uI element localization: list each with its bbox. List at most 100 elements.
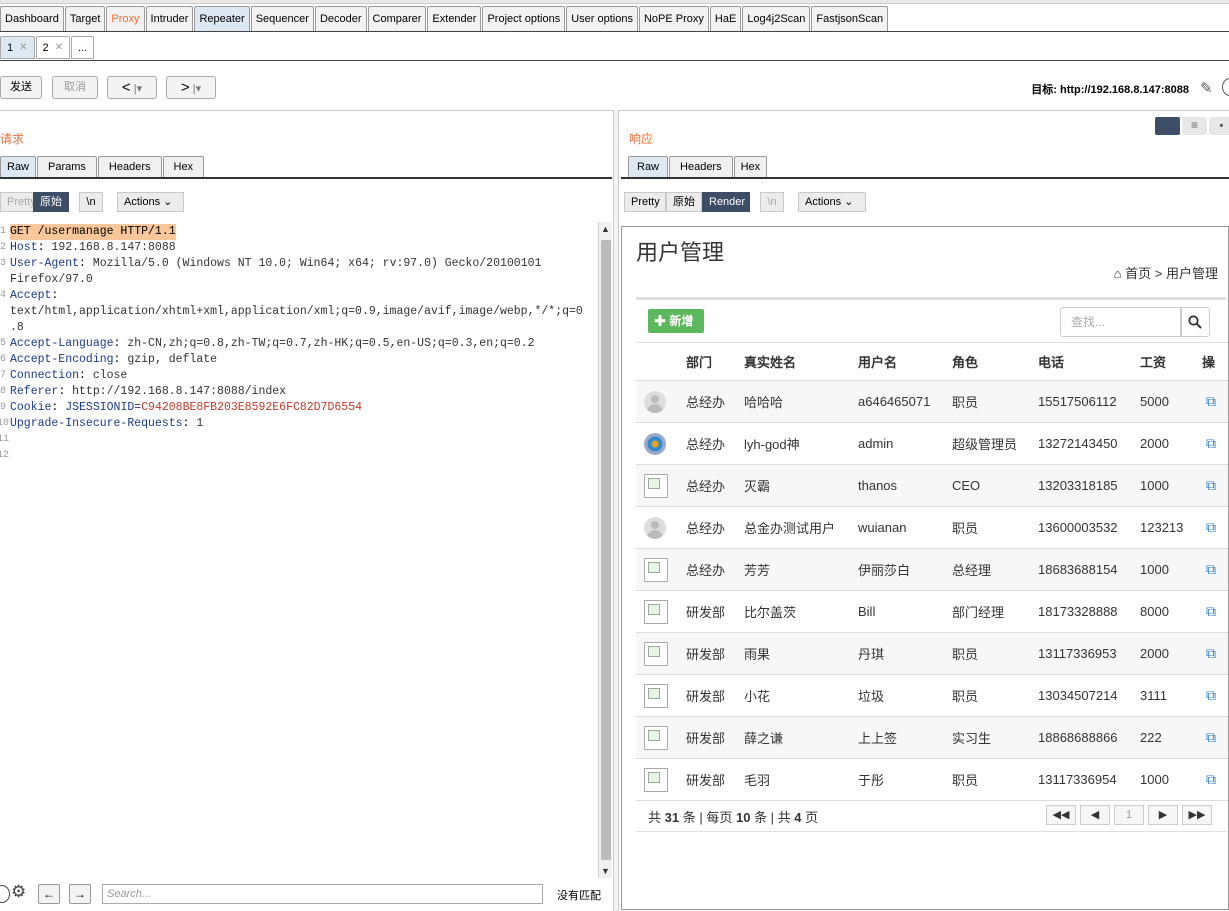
edit-icon[interactable]: ⧉	[1206, 549, 1216, 590]
tab-nope-proxy[interactable]: NoPE Proxy	[638, 6, 709, 31]
tab-target[interactable]: Target	[64, 6, 106, 31]
edit-icon[interactable]: ⧉	[1206, 759, 1216, 800]
repeater-tab-2[interactable]: 2 ✕	[35, 36, 71, 59]
line-number: 4	[0, 290, 6, 301]
line-number: 1	[0, 226, 6, 237]
page-number-input[interactable]: 1	[1114, 805, 1144, 825]
help-icon[interactable]	[1222, 78, 1229, 96]
request-tab-raw[interactable]: Raw	[0, 156, 37, 178]
repeater-tab-1[interactable]: 1 ✕	[0, 36, 35, 59]
edit-icon[interactable]: ⧉	[1206, 423, 1216, 464]
scroll-up-icon[interactable]: ▲	[601, 224, 610, 234]
request-tab-params[interactable]: Params	[37, 156, 97, 178]
request-tab-hex[interactable]: Hex	[162, 156, 205, 178]
request-scrollbar[interactable]: ▲ ▼	[598, 222, 612, 878]
tab-log4j2scan[interactable]: Log4j2Scan	[742, 6, 811, 31]
close-icon[interactable]: ✕	[55, 37, 63, 59]
column-header: 操	[1202, 355, 1216, 370]
send-button[interactable]: 发送	[0, 76, 42, 99]
tab-extender[interactable]: Extender	[427, 6, 482, 31]
header-key: Cookie	[10, 401, 52, 414]
response-tab-hex[interactable]: Hex	[733, 156, 768, 178]
response-tab-raw[interactable]: Raw	[628, 156, 669, 178]
edit-icon[interactable]: ⧉	[1206, 717, 1216, 758]
table-cell-salary: 222	[1140, 730, 1162, 745]
tab-proxy[interactable]: Proxy	[106, 6, 145, 31]
newline-toggle[interactable]: \n	[79, 192, 103, 212]
tab-intruder[interactable]: Intruder	[145, 6, 194, 31]
tab-sequencer[interactable]: Sequencer	[250, 6, 314, 31]
tab-user-options[interactable]: User options	[566, 6, 638, 31]
search-input[interactable]: Search...	[102, 884, 543, 904]
tab-decoder[interactable]: Decoder	[314, 6, 367, 31]
edit-icon[interactable]: ⧉	[1206, 507, 1216, 548]
gear-icon[interactable]: ⚙	[11, 882, 26, 902]
table-row: 总经办 芳芳 伊丽莎白 总经理 18683688154 1000 ⧉	[636, 549, 1228, 591]
table-cell-dept: 总经办	[686, 395, 726, 410]
next-match-button[interactable]: →	[69, 884, 91, 904]
prev-match-button[interactable]: ←	[38, 884, 60, 904]
first-page-button[interactable]: ◀◀	[1046, 805, 1076, 825]
close-icon[interactable]: ✕	[19, 37, 27, 59]
cancel-button[interactable]: 取消	[52, 76, 98, 99]
pane-splitter[interactable]	[613, 110, 619, 911]
table-row: 总经办 总金办测试用户 wuianan 职员 13600003532 123213 ⧉	[636, 507, 1228, 549]
target-label[interactable]: 目标: http://192.168.8.147:8088	[1031, 81, 1189, 97]
header-line: Host: 192.168.8.147:8088	[10, 241, 176, 254]
table-cell-phone: 18683688154	[1038, 562, 1118, 577]
tab-dashboard[interactable]: Dashboard	[0, 6, 64, 31]
repeater-tab-new[interactable]: ...	[71, 36, 95, 59]
breadcrumb-home[interactable]: 首页	[1125, 266, 1151, 281]
header-continuation: text/html,application/xhtml+xml,applicat…	[10, 305, 583, 318]
last-page-button[interactable]: ▶▶	[1182, 805, 1212, 825]
actions-menu[interactable]: Actions ⌄	[117, 192, 184, 212]
help-icon[interactable]	[0, 885, 10, 903]
tab-hae[interactable]: HaE	[709, 6, 742, 31]
header-key: Accept	[10, 289, 52, 302]
avatar-cell	[644, 759, 668, 800]
breadcrumb-current: 用户管理	[1165, 266, 1218, 281]
edit-icon[interactable]: ⧉	[1206, 465, 1216, 506]
raw-button[interactable]: 原始	[33, 192, 69, 212]
avatar	[644, 473, 668, 498]
horizontal-view-icon[interactable]: ≡	[1182, 117, 1207, 135]
line-number: 3	[0, 258, 6, 269]
request-editor[interactable]: 1 2 3 4 5 6 7 8 9 10 11 12 GET /usermana…	[0, 222, 600, 878]
header-value: gzip, deflate	[120, 353, 218, 366]
header-line: Referer: http://192.168.8.147:8088/index	[10, 385, 287, 398]
chevron-down-icon: ⌄	[163, 196, 173, 208]
single-view-icon[interactable]: ▪	[1209, 117, 1229, 135]
scroll-thumb[interactable]	[601, 240, 611, 860]
response-tab-headers[interactable]: Headers	[669, 156, 733, 178]
newline-toggle[interactable]: \n	[760, 192, 784, 212]
tab-fastjsonscan[interactable]: FastjsonScan	[811, 6, 889, 31]
forward-button[interactable]: > |▾	[166, 76, 216, 99]
pencil-icon[interactable]: ✎	[1200, 79, 1213, 97]
tab-repeater[interactable]: Repeater	[194, 6, 250, 31]
header-key: Accept-Language	[10, 337, 114, 350]
tab-comparer[interactable]: Comparer	[367, 6, 427, 31]
next-page-button[interactable]: ▶	[1148, 805, 1178, 825]
edit-icon[interactable]: ⧉	[1206, 675, 1216, 716]
avatar-cell	[644, 717, 668, 758]
header-continuation: .8	[10, 321, 24, 334]
split-view-icon[interactable]	[1155, 117, 1180, 135]
render-button[interactable]: Render	[702, 192, 750, 212]
prev-page-button[interactable]: ◀	[1080, 805, 1110, 825]
table-cell-dept: 研发部	[686, 731, 726, 746]
edit-icon[interactable]: ⧉	[1206, 381, 1216, 422]
edit-icon[interactable]: ⧉	[1206, 633, 1216, 674]
line-number: 8	[0, 386, 6, 397]
add-user-button[interactable]: ✚ 新增	[648, 309, 704, 333]
search-button[interactable]	[1180, 307, 1210, 337]
table-cell-dept: 研发部	[686, 773, 726, 788]
raw-button[interactable]: 原始	[666, 192, 702, 212]
scroll-down-icon[interactable]: ▼	[601, 866, 610, 876]
back-button[interactable]: < |▾	[107, 76, 157, 99]
pretty-button[interactable]: Pretty	[624, 192, 666, 212]
edit-icon[interactable]: ⧉	[1206, 591, 1216, 632]
request-tab-headers[interactable]: Headers	[97, 156, 162, 178]
actions-menu[interactable]: Actions ⌄	[798, 192, 866, 212]
search-input[interactable]: 查找...	[1060, 307, 1182, 337]
tab-project-options[interactable]: Project options	[482, 6, 566, 31]
